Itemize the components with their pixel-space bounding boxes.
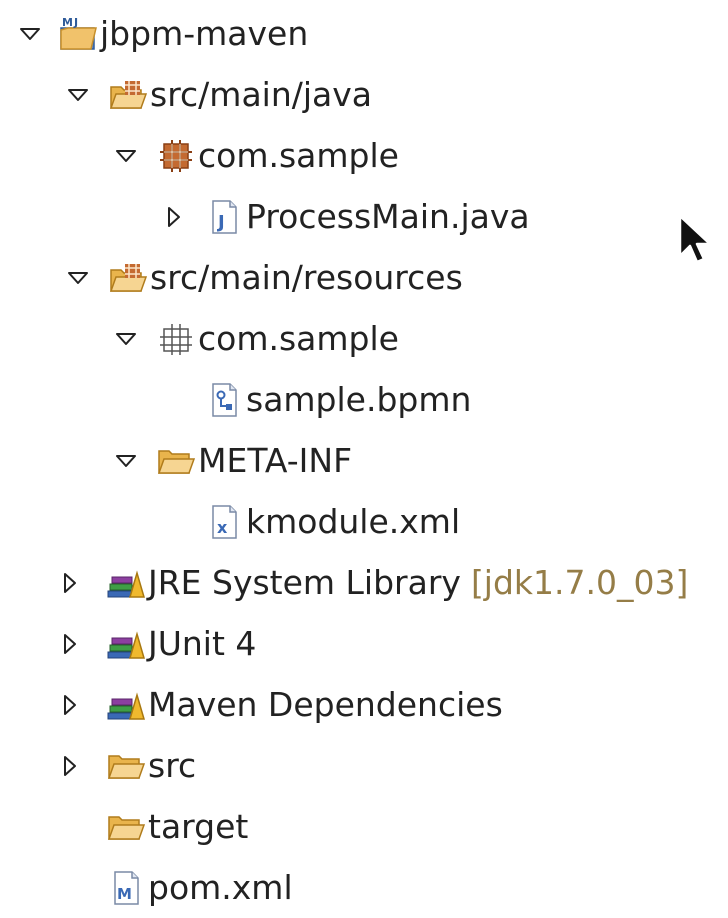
twisty-expanded-icon[interactable]: [110, 319, 142, 359]
twisty-collapsed-icon[interactable]: [54, 624, 86, 664]
library-icon: [106, 563, 146, 603]
tree-item-label: jbpm-maven: [100, 13, 309, 53]
folder-icon: [156, 441, 196, 481]
tree-item-label: com.sample: [198, 318, 399, 358]
tree-item-com-sample-resources[interactable]: com.sample: [110, 308, 399, 369]
twisty-collapsed-icon[interactable]: [54, 563, 86, 603]
tree-item-com-sample-java[interactable]: com.sample: [110, 125, 399, 186]
tree-item-junit-4[interactable]: JUnit 4: [54, 613, 256, 674]
twisty-expanded-icon[interactable]: [62, 75, 94, 115]
twisty-collapsed-icon[interactable]: [54, 685, 86, 725]
folder-icon: [106, 746, 146, 786]
xml-file-icon: x: [204, 502, 244, 542]
maven-project-icon: M J: [58, 14, 98, 54]
svg-text:x: x: [217, 518, 228, 537]
tree-item-maven-dependencies[interactable]: Maven Dependencies: [54, 674, 503, 735]
maven-pom-file-icon: M: [106, 868, 146, 908]
twisty-expanded-icon[interactable]: [14, 14, 46, 54]
tree-item-label: com.sample: [198, 135, 399, 175]
tree-item-jbpm-maven[interactable]: M J jbpm-maven: [14, 3, 308, 64]
twisty-collapsed-icon[interactable]: [54, 746, 86, 786]
library-icon: [106, 624, 146, 664]
tree-item-label: src/main/resources: [150, 257, 463, 297]
twisty-expanded-icon[interactable]: [110, 136, 142, 176]
tree-item-src-main-resources[interactable]: src/main/resources: [62, 247, 463, 308]
svg-text:J: J: [73, 16, 78, 29]
twisty-expanded-icon[interactable]: [110, 441, 142, 481]
tree-item-label: JRE System Library: [148, 562, 461, 602]
svg-text:J: J: [216, 212, 225, 233]
tree-item-label: kmodule.xml: [246, 501, 461, 541]
tree-item-label: pom.xml: [148, 867, 293, 907]
source-folder-icon: [108, 258, 148, 298]
svg-text:M: M: [117, 885, 132, 903]
tree-item-label: src/main/java: [150, 74, 373, 114]
tree-item-src-main-java[interactable]: src/main/java: [62, 64, 372, 125]
tree-item-label: JUnit 4: [148, 623, 257, 663]
tree-item-jre-system-library[interactable]: JRE System Library [jdk1.7.0_03]: [54, 552, 688, 613]
twisty-expanded-icon[interactable]: [62, 258, 94, 298]
java-file-icon: J: [204, 197, 244, 237]
library-icon: [106, 685, 146, 725]
tree-item-label: META-INF: [198, 440, 353, 480]
tree-item-kmodule-xml[interactable]: x kmodule.xml: [158, 491, 460, 552]
package-icon: [156, 136, 196, 176]
tree-item-target[interactable]: target: [54, 796, 248, 857]
svg-text:M: M: [62, 16, 73, 29]
tree-item-label: target: [148, 806, 249, 846]
empty-package-icon: [156, 319, 196, 359]
tree-item-label: sample.bpmn: [246, 379, 472, 419]
tree-item-label: src: [148, 745, 197, 785]
source-folder-icon: [108, 75, 148, 115]
tree-item-processmain-java[interactable]: J ProcessMain.java: [158, 186, 530, 247]
tree-item-src[interactable]: src: [54, 735, 196, 796]
folder-icon: [106, 807, 146, 847]
jre-version-decoration: [jdk1.7.0_03]: [470, 562, 689, 602]
tree-item-label: ProcessMain.java: [246, 196, 530, 236]
tree-item-sample-bpmn[interactable]: sample.bpmn: [158, 369, 471, 430]
bpmn-file-icon: [204, 380, 244, 420]
project-explorer-tree: M J jbpm-maven src/main/java com.sample …: [0, 0, 728, 909]
twisty-collapsed-icon[interactable]: [158, 197, 190, 237]
tree-item-label: Maven Dependencies: [148, 684, 503, 724]
mouse-pointer-icon: [678, 214, 712, 264]
tree-item-meta-inf[interactable]: META-INF: [110, 430, 352, 491]
